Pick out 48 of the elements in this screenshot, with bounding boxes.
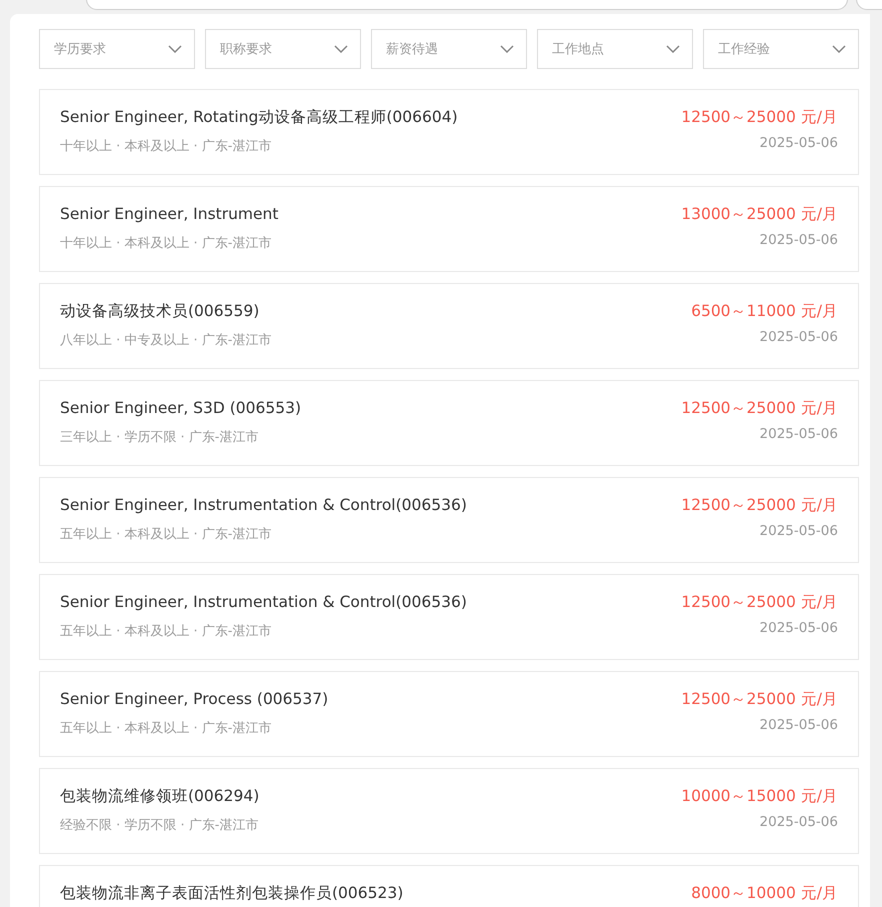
- job-card[interactable]: Senior Engineer, Process (006537) 五年以上 · 本科及以上 · 广东-湛江市 12500～25000 元/月 2025-05-06: [39, 671, 859, 757]
- post-date: 2025-05-06: [760, 329, 838, 345]
- job-card[interactable]: Senior Engineer, Instrumentation & Control(006536) 五年以上 · 本科及以上 · 广东-湛江市 12500～25000 元/月 2025-05-06: [39, 477, 859, 563]
- post-date: 2025-05-06: [760, 814, 838, 830]
- chevron-down-icon: [666, 45, 680, 53]
- job-title[interactable]: Senior Engineer, Process (006537): [60, 687, 328, 711]
- job-details: 经验不限 · 学历不限 · 广东-湛江市: [60, 817, 260, 834]
- job-card[interactable]: Senior Engineer, Instrument 十年以上 · 本科及以上 · 广东-湛江市 13000～25000 元/月 2025-05-06: [39, 186, 859, 272]
- job-card[interactable]: 包装物流非离子表面活性剂包装操作员(006523) 8000～10000 元/月: [39, 865, 859, 907]
- job-title[interactable]: Senior Engineer, Rotating动设备高级工程师(006604): [60, 105, 458, 129]
- job-details: 十年以上 · 本科及以上 · 广东-湛江市: [60, 138, 272, 155]
- job-title[interactable]: Senior Engineer, Instrumentation & Control(006536): [60, 590, 467, 614]
- salary: 12500～25000 元/月: [681, 398, 838, 419]
- chevron-down-icon: [832, 45, 846, 53]
- salary: 8000～10000 元/月: [691, 883, 838, 904]
- job-details: 八年以上 · 中专及以上 · 广东-湛江市: [60, 332, 272, 349]
- job-title[interactable]: Senior Engineer, S3D (006553): [60, 396, 301, 420]
- salary: 12500～25000 元/月: [681, 689, 838, 710]
- post-date: 2025-05-06: [760, 717, 838, 733]
- post-date: 2025-05-06: [760, 523, 838, 539]
- job-title[interactable]: Senior Engineer, Instrumentation & Control(006536): [60, 493, 467, 517]
- job-title[interactable]: Senior Engineer, Instrument: [60, 202, 278, 226]
- job-details: 五年以上 · 本科及以上 · 广东-湛江市: [60, 526, 272, 543]
- chevron-down-icon: [500, 45, 514, 53]
- salary: 10000～15000 元/月: [681, 786, 838, 807]
- post-date: 2025-05-06: [760, 620, 838, 636]
- job-card[interactable]: Senior Engineer, Rotating动设备高级工程师(006604) 十年以上 · 本科及以上 · 广东-湛江市 12500～25000 元/月 2025-05-06: [39, 89, 859, 175]
- post-date: 2025-05-06: [760, 426, 838, 442]
- post-date: 2025-05-06: [760, 232, 838, 248]
- job-card[interactable]: Senior Engineer, S3D (006553) 三年以上 · 学历不限 · 广东-湛江市 12500～25000 元/月 2025-05-06: [39, 380, 859, 466]
- salary: 12500～25000 元/月: [681, 107, 838, 128]
- post-date: 2025-05-06: [760, 135, 838, 151]
- job-card[interactable]: 动设备高级技术员(006559) 八年以上 · 中专及以上 · 广东-湛江市 6500～11000 元/月 2025-05-06: [39, 283, 859, 369]
- job-title[interactable]: 动设备高级技术员(006559): [60, 299, 272, 323]
- job-details: 五年以上 · 本科及以上 · 广东-湛江市: [60, 720, 272, 737]
- job-details: 十年以上 · 本科及以上 · 广东-湛江市: [60, 235, 272, 252]
- job-title[interactable]: 包装物流非离子表面活性剂包装操作员(006523): [60, 881, 404, 905]
- job-title[interactable]: 包装物流维修领班(006294): [60, 784, 260, 808]
- job-details: 五年以上 · 本科及以上 · 广东-湛江市: [60, 623, 272, 640]
- job-card[interactable]: Senior Engineer, Instrumentation & Control(006536) 五年以上 · 本科及以上 · 广东-湛江市 12500～25000 元/月 2025-05-06: [39, 574, 859, 660]
- job-details: 三年以上 · 学历不限 · 广东-湛江市: [60, 429, 260, 446]
- salary: 6500～11000 元/月: [691, 301, 838, 322]
- chevron-down-icon: [168, 45, 182, 53]
- job-card[interactable]: 包装物流维修领班(006294) 经验不限 · 学历不限 · 广东-湛江市 10000～15000 元/月 2025-05-06: [39, 768, 859, 854]
- chevron-down-icon: [334, 45, 348, 53]
- salary: 13000～25000 元/月: [681, 204, 838, 225]
- salary: 12500～25000 元/月: [681, 592, 838, 613]
- salary: 12500～25000 元/月: [681, 495, 838, 516]
